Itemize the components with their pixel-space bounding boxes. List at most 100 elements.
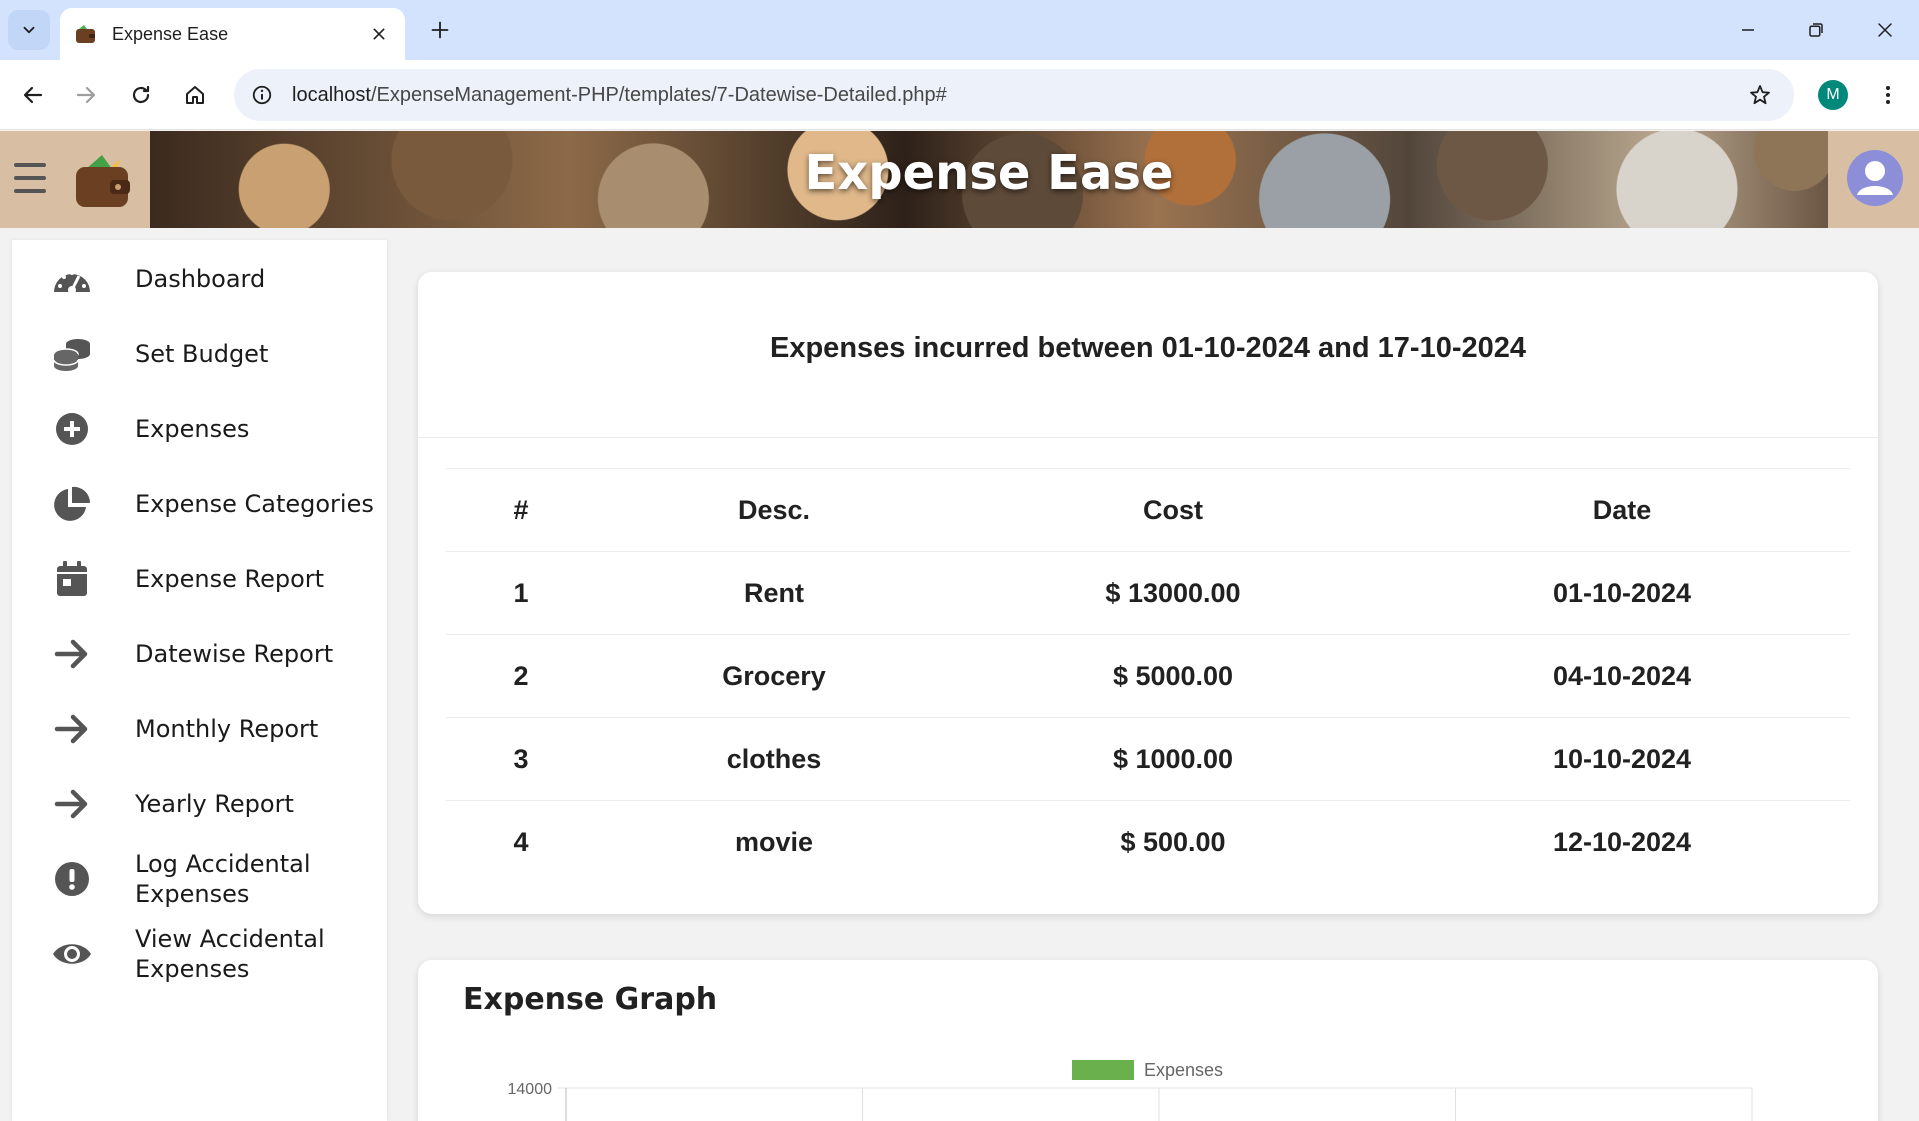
more-vertical-icon: [1886, 86, 1890, 104]
address-bar[interactable]: localhost/ExpenseManagement-PHP/template…: [234, 69, 1794, 121]
tab-close-button[interactable]: [367, 22, 391, 46]
sidebar-item-expense-report[interactable]: Expense Report: [12, 549, 387, 609]
row-date: 01-10-2024: [1394, 551, 1850, 635]
site-info-button[interactable]: [244, 77, 280, 113]
datewise-report-card: Expenses incurred between 01-10-2024 and…: [418, 272, 1878, 914]
wallet-logo-icon: [76, 155, 130, 207]
sidebar-item-log-accidental-expenses[interactable]: Log Accidental Expenses: [12, 849, 387, 909]
y-tick-label: 14000: [508, 1081, 553, 1098]
expense-graph-card: Expense Graph Expenses 14000: [418, 960, 1878, 1121]
close-icon: [373, 28, 385, 40]
sidebar-item-label: Set Budget: [135, 340, 269, 368]
sidebar-item-label: Expense Categories: [135, 490, 374, 518]
row-cost: $ 500.00: [952, 800, 1394, 884]
legend-label: Expenses: [1144, 1060, 1223, 1080]
browser-tabstrip: Expense Ease: [0, 0, 1919, 60]
legend-swatch: [1072, 1060, 1134, 1080]
expense-bar-chart: Expenses 14000: [508, 1060, 1753, 1121]
wallet-favicon-icon: [76, 25, 95, 43]
column-header: Desc.: [596, 468, 952, 552]
table-header-row: # Desc. Cost Date: [446, 468, 1850, 552]
app-header: Expense Ease: [0, 131, 1919, 228]
url-text[interactable]: localhost/ExpenseManagement-PHP/template…: [292, 84, 1740, 107]
row-date: 04-10-2024: [1394, 634, 1850, 718]
row-date: 12-10-2024: [1394, 800, 1850, 884]
arrow-left-icon: [23, 86, 43, 104]
tab-search-button[interactable]: [8, 10, 50, 50]
table-row: 2 Grocery $ 5000.00 04-10-2024: [446, 634, 1850, 718]
arrow-right-icon: [76, 86, 96, 104]
graph-title: Expense Graph: [463, 982, 718, 1017]
tab-title: Expense Ease: [112, 23, 229, 44]
row-description: Rent: [596, 551, 952, 635]
table-row: 3 clothes $ 1000.00 10-10-2024: [446, 717, 1850, 801]
sidebar-item-view-accidental-expenses[interactable]: View Accidental Expenses: [12, 924, 387, 984]
app-title: Expense Ease: [804, 145, 1174, 201]
chevron-down-icon: [23, 26, 35, 34]
row-cost: $ 1000.00: [952, 717, 1394, 801]
restore-button[interactable]: [1791, 10, 1841, 50]
reload-button[interactable]: [120, 74, 162, 116]
user-avatar-icon[interactable]: [1846, 149, 1904, 207]
column-header: Cost: [952, 468, 1394, 552]
sidebar-item-set-budget[interactable]: Set Budget: [12, 324, 387, 384]
close-icon: [1878, 23, 1892, 37]
row-number: 2: [446, 634, 596, 718]
bookmark-button[interactable]: [1740, 75, 1780, 115]
sidebar-item-expense-categories[interactable]: Expense Categories: [12, 474, 387, 534]
minimize-button[interactable]: [1723, 10, 1773, 50]
coins-banner-image: Expense Ease: [150, 131, 1828, 228]
row-number: 3: [446, 717, 596, 801]
arrow-right-icon: [50, 782, 94, 826]
forward-button[interactable]: [65, 74, 107, 116]
column-header: #: [446, 468, 596, 552]
exclamation-circle-icon: [50, 857, 94, 901]
browser-tab[interactable]: Expense Ease: [60, 8, 405, 60]
sidebar-item-label: Dashboard: [135, 265, 266, 293]
restore-icon: [1809, 23, 1823, 37]
home-button[interactable]: [174, 74, 216, 116]
sidebar-item-label: Yearly Report: [135, 790, 294, 818]
plus-icon: [431, 21, 449, 39]
sidebar-item-label: Expense Report: [135, 565, 325, 593]
sidebar-item-expenses[interactable]: Expenses: [12, 399, 387, 459]
close-window-button[interactable]: [1860, 10, 1910, 50]
expenses-table: # Desc. Cost Date 1 Rent $ 13000.00 01-1…: [446, 468, 1850, 884]
info-icon: [252, 85, 272, 105]
table-row: 1 Rent $ 13000.00 01-10-2024: [446, 551, 1850, 635]
reload-icon: [132, 85, 150, 104]
profile-avatar-button[interactable]: M: [1818, 80, 1848, 110]
arrow-right-icon: [50, 632, 94, 676]
browser-menu-button[interactable]: [1870, 77, 1906, 113]
row-number: 1: [446, 551, 596, 635]
table-row: 4 movie $ 500.00 12-10-2024: [446, 800, 1850, 884]
sidebar-item-label: Datewise Report: [135, 640, 334, 668]
hamburger-menu-icon[interactable]: [14, 163, 46, 193]
plus-circle-icon: [50, 407, 94, 451]
minimize-icon: [1742, 29, 1754, 31]
sidebar-item-yearly-report[interactable]: Yearly Report: [12, 774, 387, 834]
back-button[interactable]: [12, 74, 54, 116]
new-tab-button[interactable]: [424, 14, 456, 46]
star-icon: [1750, 85, 1770, 105]
coins-icon: [50, 332, 94, 376]
sidebar-item-monthly-report[interactable]: Monthly Report: [12, 699, 387, 759]
sidebar-item-label: Expenses: [135, 415, 250, 443]
row-description: clothes: [596, 717, 952, 801]
sidebar-item-label: View Accidental Expenses: [135, 925, 325, 983]
arrow-right-icon: [50, 707, 94, 751]
pie-chart-icon: [50, 482, 94, 526]
column-header: Date: [1394, 468, 1850, 552]
sidebar-item-dashboard[interactable]: Dashboard: [12, 249, 387, 309]
home-icon: [186, 86, 204, 104]
row-cost: $ 13000.00: [952, 551, 1394, 635]
calendar-icon: [50, 557, 94, 601]
divider: [418, 437, 1878, 438]
report-title: Expenses incurred between 01-10-2024 and…: [770, 332, 1526, 364]
row-description: movie: [596, 800, 952, 884]
row-cost: $ 5000.00: [952, 634, 1394, 718]
eye-icon: [50, 932, 94, 976]
row-date: 10-10-2024: [1394, 717, 1850, 801]
url-path: /ExpenseManagement-PHP/templates/7-Datew…: [370, 83, 947, 106]
sidebar-item-datewise-report[interactable]: Datewise Report: [12, 624, 387, 684]
